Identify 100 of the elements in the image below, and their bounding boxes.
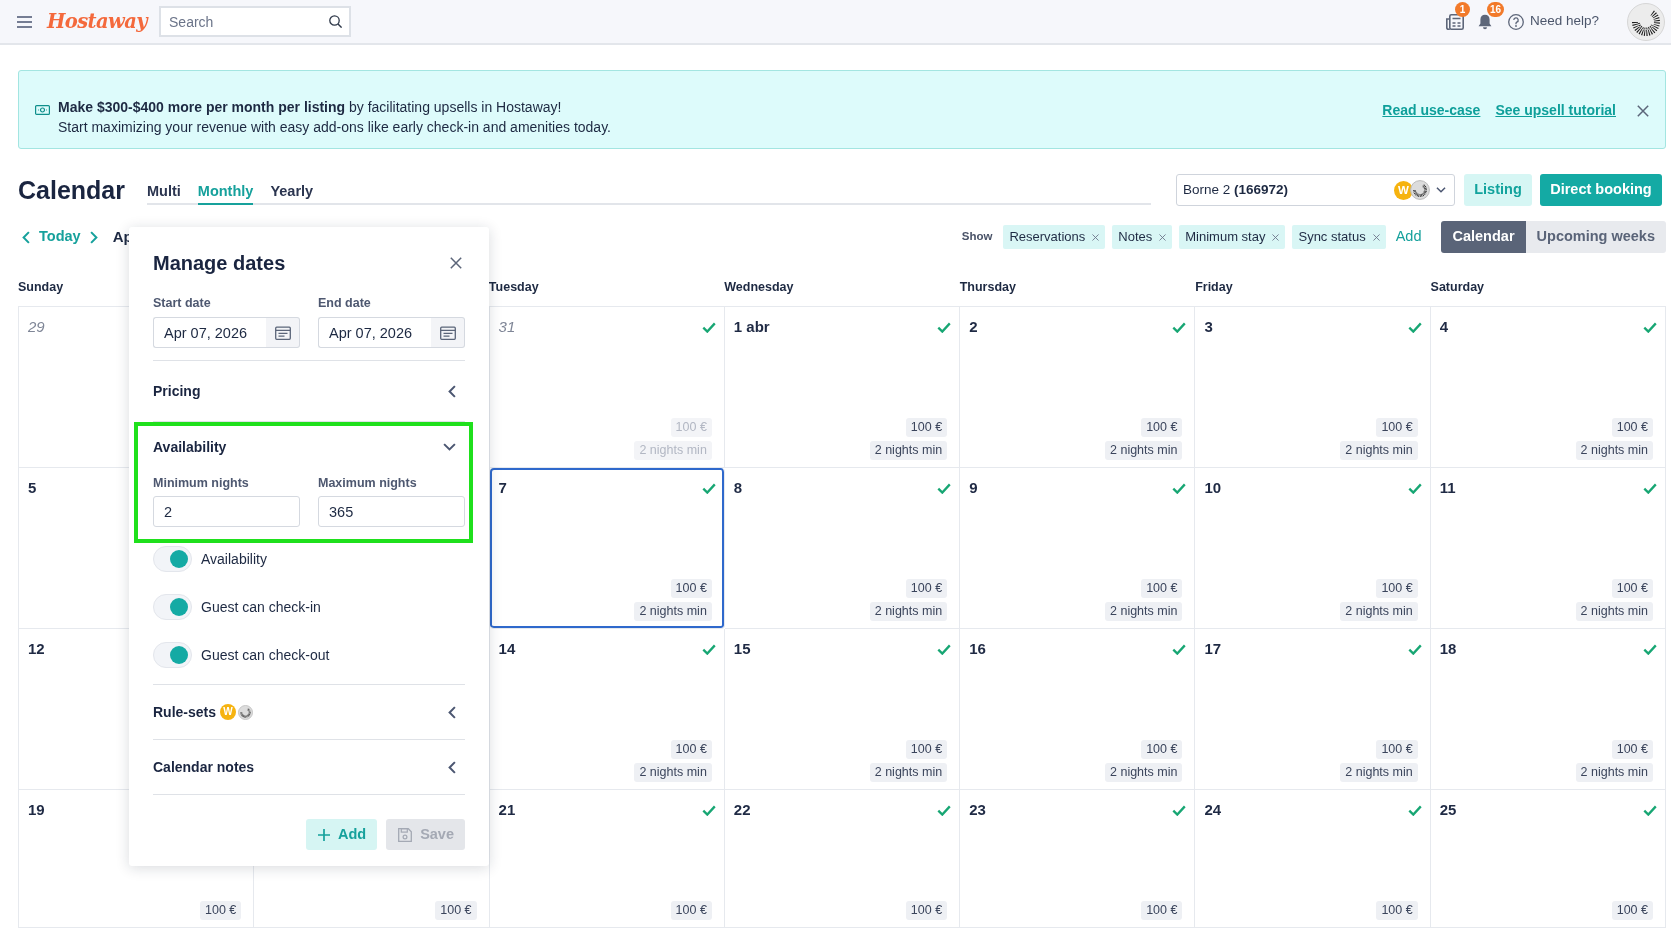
- help-link[interactable]: Need help?: [1507, 11, 1599, 32]
- toggle-label: Guest can check-out: [201, 645, 330, 665]
- close-icon[interactable]: [1637, 104, 1649, 117]
- listing-select[interactable]: Borne 2 (166972) W: [1176, 174, 1455, 206]
- calendar-day-cell[interactable]: 23 100 €: [960, 790, 1196, 928]
- filter-chip[interactable]: Sync status: [1292, 225, 1386, 249]
- notification-count: 1: [1454, 1, 1470, 17]
- calendar-day-cell[interactable]: 21 100 €: [489, 790, 725, 928]
- price-tag: 100 €: [1611, 579, 1653, 598]
- min-stay-tag: 2 nights min: [1340, 441, 1418, 460]
- toggle-switch[interactable]: [153, 594, 192, 620]
- calendar-day-cell[interactable]: 16 100 € 2 nights min: [960, 629, 1196, 790]
- chevron-left-icon[interactable]: [448, 705, 456, 719]
- calendar-day-cell[interactable]: 4 100 € 2 nights min: [1430, 307, 1666, 468]
- price-tag: 100 €: [905, 579, 948, 598]
- newspaper-icon[interactable]: [1445, 13, 1464, 30]
- filter-chip[interactable]: Notes: [1112, 225, 1173, 249]
- remove-icon[interactable]: [1092, 233, 1100, 241]
- avatar-icon[interactable]: [1627, 2, 1665, 41]
- dialog-title: Manage dates: [153, 251, 286, 276]
- banknote-icon: [35, 105, 50, 115]
- price-tag: 100 €: [1611, 901, 1653, 920]
- calendar-day-cell[interactable]: 22 100 €: [724, 790, 961, 928]
- calendar-day-cell[interactable]: 25 100 €: [1430, 790, 1666, 928]
- price-tag: 100 €: [905, 418, 948, 437]
- day-number: 9: [969, 478, 978, 498]
- chevron-down-icon[interactable]: [1436, 187, 1446, 193]
- calendar-day-cell[interactable]: 1 abr 100 € 2 nights min: [724, 307, 961, 468]
- day-number: 12: [28, 639, 45, 659]
- view-toggle-button[interactable]: Upcoming weeks: [1525, 221, 1666, 253]
- section-title[interactable]: Pricing: [153, 380, 201, 402]
- toggle-switch[interactable]: [153, 642, 192, 668]
- calendar-day-cell[interactable]: 31 100 € 2 nights min: [489, 307, 725, 468]
- search-icon[interactable]: [329, 15, 342, 28]
- day-number: 25: [1439, 800, 1457, 820]
- weekday-label: Saturday: [1430, 279, 1485, 296]
- day-number: 7: [498, 478, 507, 498]
- field-label: Minimum nights: [153, 475, 250, 492]
- banner-text: Start maximizing your revenue with easy add-ons like early check-in and amenities today.: [58, 117, 611, 137]
- chevron-left-icon[interactable]: [448, 760, 456, 774]
- calendar-day-cell[interactable]: 9 100 € 2 nights min: [960, 468, 1196, 629]
- search-field[interactable]: Search: [159, 6, 351, 37]
- toggle-label: Guest can check-in: [201, 597, 321, 617]
- calendar-day-cell[interactable]: 15 100 € 2 nights min: [724, 629, 961, 790]
- weekday-label: Wednesday: [724, 279, 794, 296]
- filter-chip[interactable]: Minimum stay: [1179, 225, 1286, 249]
- price-tag: 100 €: [1141, 740, 1183, 759]
- number-field[interactable]: 2: [153, 496, 300, 527]
- day-number: 4: [1439, 317, 1449, 337]
- view-tab[interactable]: Yearly: [270, 171, 314, 205]
- previous-icon[interactable]: [22, 230, 30, 244]
- remove-icon[interactable]: [1372, 233, 1380, 241]
- weekday-label: Friday: [1195, 279, 1233, 296]
- day-number: 10: [1204, 478, 1222, 498]
- price-tag: 100 €: [670, 418, 712, 437]
- calendar-day-cell[interactable]: 10 100 € 2 nights min: [1195, 468, 1431, 629]
- calendar-day-cell[interactable]: 2 100 € 2 nights min: [960, 307, 1196, 468]
- day-number: 3: [1204, 317, 1213, 337]
- calendar-day-cell[interactable]: 11 100 € 2 nights min: [1430, 468, 1666, 629]
- number-field[interactable]: 365: [318, 496, 465, 527]
- day-number: 31: [498, 317, 516, 337]
- chevron-left-icon[interactable]: [448, 384, 456, 398]
- min-stay-tag: 2 nights min: [869, 763, 948, 782]
- calendar-day-cell[interactable]: 8 100 € 2 nights min: [724, 468, 961, 629]
- swirl-avatar-icon: [238, 704, 254, 720]
- calendar-day-cell[interactable]: 17 100 € 2 nights min: [1195, 629, 1431, 790]
- bell-icon[interactable]: [1477, 13, 1492, 30]
- section-title[interactable]: Rule-sets: [153, 701, 217, 723]
- menu-icon[interactable]: [17, 15, 32, 28]
- min-stay-tag: 2 nights min: [634, 602, 712, 621]
- day-number: 23: [969, 800, 986, 820]
- day-number: 22: [733, 800, 751, 820]
- view-tab[interactable]: Multi: [147, 171, 181, 205]
- view-toggle-button[interactable]: Calendar: [1441, 221, 1526, 253]
- price-tag: 100 €: [1141, 579, 1183, 598]
- section-title[interactable]: Calendar notes: [153, 756, 255, 778]
- toggle-switch[interactable]: [153, 546, 192, 572]
- weekday-label: Thursday: [959, 279, 1016, 296]
- calendar-day-cell[interactable]: 3 100 € 2 nights min: [1195, 307, 1431, 468]
- section-title[interactable]: Availability: [153, 436, 227, 458]
- banner-headline: Make $300-$400 more per month per listing by facilitating upsells in Hostaway!: [58, 97, 563, 117]
- close-icon[interactable]: [450, 257, 462, 269]
- min-stay-tag: 2 nights min: [1105, 602, 1183, 621]
- remove-icon[interactable]: [1159, 233, 1167, 241]
- min-stay-tag: 2 nights min: [1575, 441, 1653, 460]
- calendar-day-cell[interactable]: 18 100 € 2 nights min: [1430, 629, 1666, 790]
- plus-icon: [317, 828, 330, 841]
- min-stay-tag: 2 nights min: [1340, 763, 1418, 782]
- calendar-day-cell[interactable]: 7 100 € 2 nights min: [489, 468, 725, 629]
- price-tag: 100 €: [1141, 901, 1183, 920]
- calendar-day-cell[interactable]: 24 100 €: [1195, 790, 1431, 928]
- price-tag: 100 €: [1611, 740, 1653, 759]
- min-stay-tag: 2 nights min: [1105, 441, 1183, 460]
- min-stay-tag: 2 nights min: [1340, 602, 1418, 621]
- toggle-label: Availability: [201, 549, 267, 569]
- calendar-day-cell[interactable]: 14 100 € 2 nights min: [489, 629, 725, 790]
- chevron-down-icon[interactable]: [443, 443, 456, 451]
- remove-icon[interactable]: [1272, 233, 1280, 241]
- filter-chip[interactable]: Reservations: [1003, 225, 1106, 249]
- next-icon[interactable]: [89, 230, 98, 244]
